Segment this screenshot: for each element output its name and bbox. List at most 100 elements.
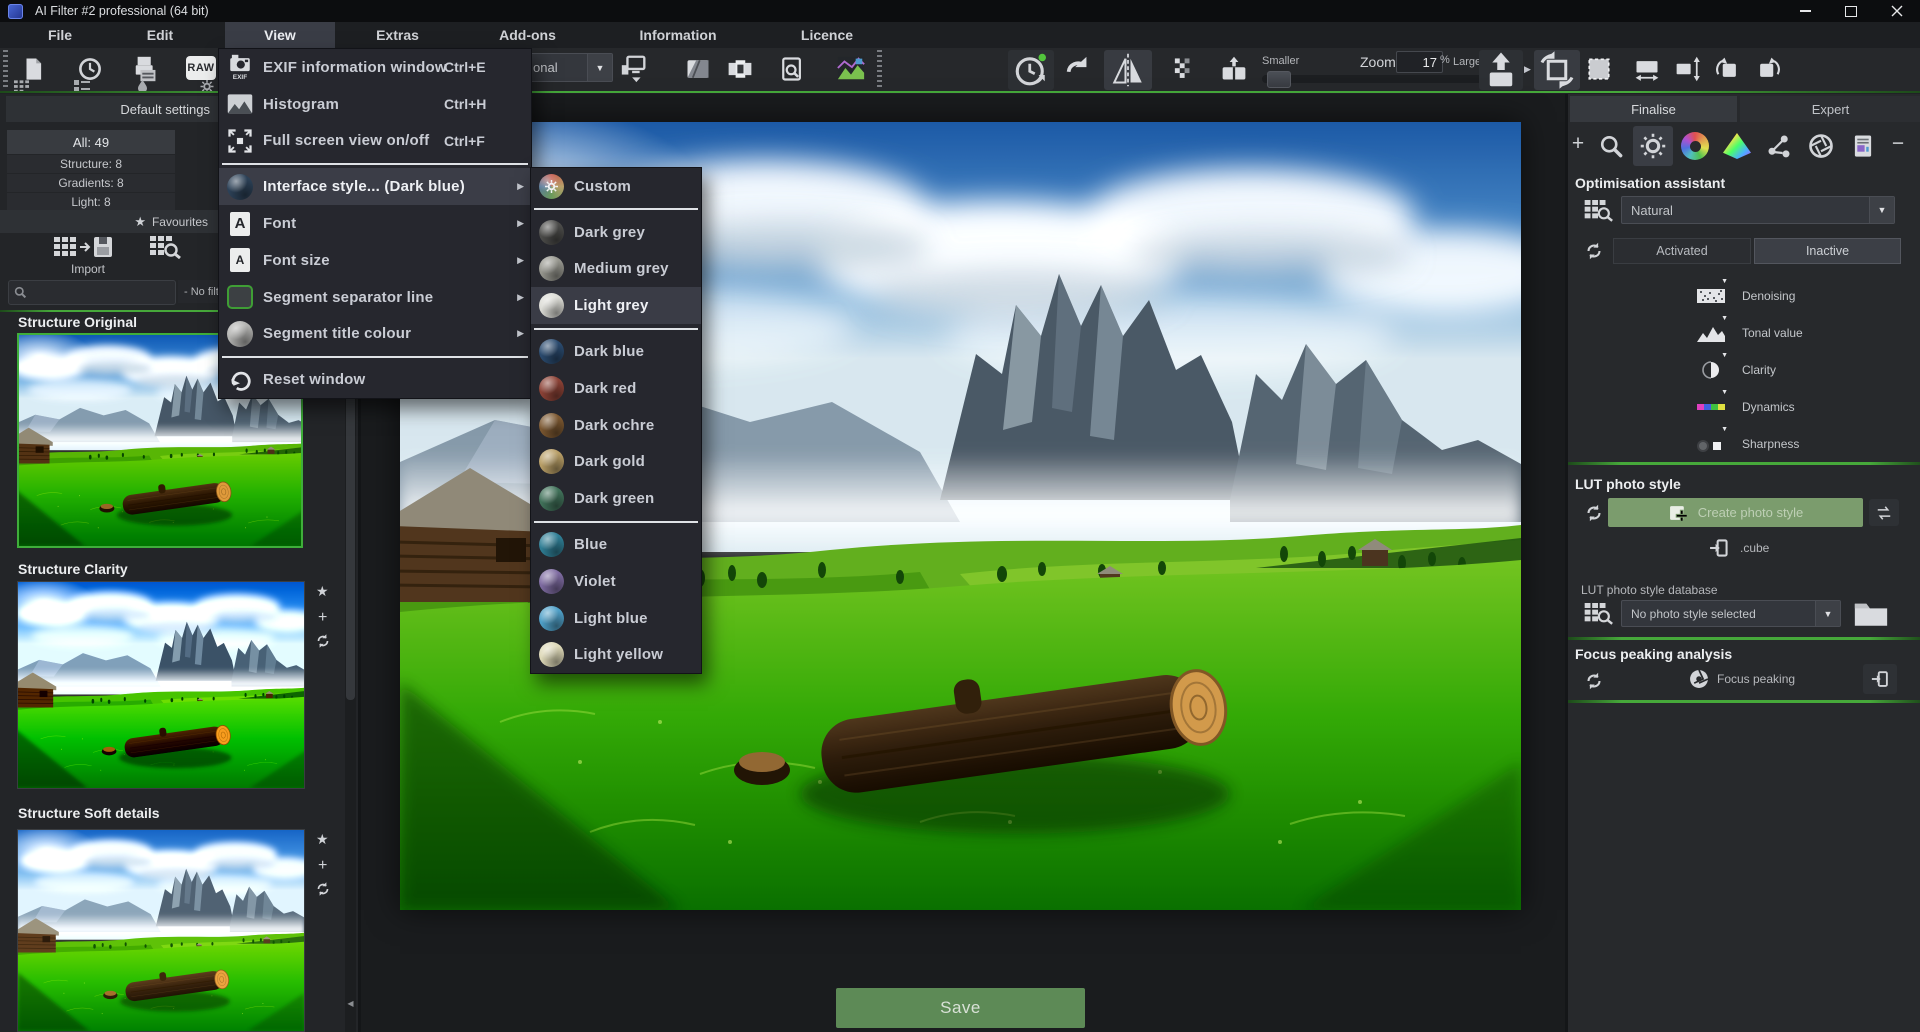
tab-expert[interactable]: Expert: [1740, 96, 1920, 122]
resize-width-button[interactable]: [1632, 55, 1662, 83]
export-to-monitor-button[interactable]: [617, 53, 651, 83]
menubar-item-add-ons[interactable]: Add-ons: [470, 22, 585, 48]
minimize-button[interactable]: [1782, 0, 1828, 22]
report-tool-button[interactable]: [1843, 126, 1883, 166]
category-structure-8[interactable]: Structure: 8: [7, 155, 175, 173]
maximize-button[interactable]: [1828, 0, 1874, 22]
adjustment-denoising[interactable]: ▼Denoising: [1568, 277, 1920, 314]
chevron-right-icon[interactable]: ▶: [1524, 64, 1531, 75]
menu-item-segment-separator-line[interactable]: Segment separator line▶: [219, 279, 531, 316]
node-graph-tool-button[interactable]: [1759, 126, 1799, 166]
category-all-49[interactable]: All: 49: [7, 130, 175, 154]
menubar-item-file[interactable]: File: [25, 22, 95, 48]
optimisation-tool-button[interactable]: [1633, 126, 1673, 166]
menubar-item-edit[interactable]: Edit: [120, 22, 200, 48]
add-tool-button[interactable]: +: [1568, 132, 1588, 160]
tab-finalise[interactable]: Finalise: [1570, 96, 1737, 122]
submenu-item-violet[interactable]: Violet: [531, 563, 701, 600]
submenu-item-light-yellow[interactable]: Light yellow: [531, 637, 701, 674]
adjustment-dynamics[interactable]: ▼Dynamics: [1568, 388, 1920, 425]
submenu-item-light-blue[interactable]: Light blue: [531, 600, 701, 637]
create-photo-style-button[interactable]: Create photo style: [1608, 498, 1863, 527]
remove-tool-button[interactable]: −: [1888, 132, 1908, 160]
submenu-item-blue[interactable]: Blue: [531, 526, 701, 563]
fit-image-button[interactable]: [1479, 50, 1523, 90]
preset-search-input[interactable]: [8, 280, 176, 305]
category-gradients-8[interactable]: Gradients: 8: [7, 174, 175, 192]
adjustment-sharpness[interactable]: ▼Sharpness: [1568, 425, 1920, 462]
color-wheel-tool-button[interactable]: [1675, 126, 1715, 166]
submenu-item-dark-blue[interactable]: Dark blue: [531, 333, 701, 370]
edit-history-button[interactable]: [1008, 50, 1054, 90]
menu-item-font[interactable]: AFont▶: [219, 205, 531, 242]
reset-lut-button[interactable]: [1583, 502, 1605, 524]
toolbar-drag-handle[interactable]: [3, 50, 8, 90]
rotate-right-button[interactable]: [1752, 55, 1784, 83]
rgb-cube-tool-button[interactable]: [1717, 126, 1757, 166]
scrollbar-arrow-icon[interactable]: ◀: [345, 996, 356, 1010]
favourite-star-icon[interactable]: ★: [316, 584, 329, 598]
submenu-item-medium-grey[interactable]: Medium grey: [531, 251, 701, 288]
add-preset-icon[interactable]: +: [318, 610, 327, 626]
submenu-item-light-grey[interactable]: Light grey: [531, 287, 701, 324]
favourites-row[interactable]: ★ Favourites: [0, 210, 218, 233]
reset-optimisation-button[interactable]: [1583, 240, 1605, 262]
submenu-item-custom[interactable]: Custom: [531, 168, 701, 205]
open-lut-folder-button[interactable]: [1851, 598, 1891, 628]
submenu-item-dark-green[interactable]: Dark green: [531, 480, 701, 517]
menu-item-histogram[interactable]: HistogramCtrl+H: [219, 86, 531, 123]
focus-peaking-button[interactable]: [1688, 668, 1710, 690]
search-tool-button[interactable]: [1591, 126, 1631, 166]
activated-button[interactable]: Activated: [1613, 238, 1751, 264]
menu-item-interface-style-dark-blue[interactable]: Interface style... (Dark blue)▶: [219, 168, 531, 205]
flip-horizontal-button[interactable]: [1104, 50, 1152, 90]
zoom-value-input[interactable]: 17: [1396, 51, 1443, 73]
menu-item-segment-title-colour[interactable]: Segment title colour▶: [219, 316, 531, 353]
image-compare-button[interactable]: [683, 55, 713, 83]
menu-item-font-size[interactable]: AFont size▶: [219, 242, 531, 279]
menubar-item-view[interactable]: View: [225, 22, 335, 48]
detail-viewer-button[interactable]: [778, 54, 806, 84]
preset-thumbnail-structure-clarity[interactable]: [17, 581, 305, 789]
split-view-button[interactable]: [1216, 55, 1252, 83]
browse-presets-button[interactable]: [148, 235, 184, 259]
redo-button[interactable]: [1062, 54, 1094, 84]
close-button[interactable]: [1874, 0, 1920, 22]
rotate-canvas-button[interactable]: [1534, 50, 1580, 90]
export-cube-button[interactable]: [1708, 537, 1730, 559]
refresh-preset-button[interactable]: [314, 632, 332, 650]
zoom-slider[interactable]: [1262, 75, 1490, 83]
menubar-item-extras[interactable]: Extras: [345, 22, 450, 48]
menu-item-reset-window[interactable]: Reset window: [219, 361, 531, 398]
optimisation-preset-dropdown[interactable]: Natural ▼: [1621, 196, 1895, 224]
crop-button[interactable]: [1586, 56, 1612, 82]
menu-item-full-screen-view-on-off[interactable]: Full screen view on/offCtrl+F: [219, 123, 531, 160]
aperture-tool-button[interactable]: [1801, 126, 1841, 166]
save-button[interactable]: Save: [836, 988, 1085, 1028]
transparency-view-button[interactable]: [1168, 56, 1198, 82]
rotate-left-button[interactable]: [1712, 55, 1744, 83]
submenu-item-dark-red[interactable]: Dark red: [531, 370, 701, 407]
resize-height-button[interactable]: [1672, 55, 1704, 83]
lut-database-dropdown[interactable]: No photo style selected ▼: [1621, 600, 1841, 627]
menubar-item-information[interactable]: Information: [608, 22, 748, 48]
adjustment-tonal-value[interactable]: ▼Tonal value: [1568, 314, 1920, 351]
export-focus-analysis-button[interactable]: [1863, 664, 1897, 694]
adjustment-clarity[interactable]: ▼Clarity: [1568, 351, 1920, 388]
submenu-item-dark-grey[interactable]: Dark grey: [531, 214, 701, 251]
category-light-8[interactable]: Light: 8: [7, 193, 175, 211]
compare-style-button[interactable]: [1869, 499, 1899, 526]
reset-focus-button[interactable]: [1583, 670, 1605, 692]
inactive-button[interactable]: Inactive: [1754, 238, 1901, 264]
save-preset-button[interactable]: [52, 235, 114, 259]
menu-item-exif-information-window[interactable]: EXIFEXIF information windowCtrl+E: [219, 49, 531, 86]
histogram-preview-button[interactable]: [833, 53, 869, 83]
layout-frames-button[interactable]: [723, 55, 757, 83]
raw-settings-button[interactable]: RAW: [186, 56, 216, 80]
zoom-slider-handle[interactable]: [1267, 71, 1291, 88]
menubar-item-licence[interactable]: Licence: [772, 22, 882, 48]
preset-thumbnail-structure-soft-details[interactable]: [17, 829, 305, 1032]
favourite-star-icon[interactable]: ★: [316, 832, 329, 846]
submenu-item-dark-ochre[interactable]: Dark ochre: [531, 407, 701, 444]
add-preset-icon[interactable]: +: [318, 858, 327, 874]
